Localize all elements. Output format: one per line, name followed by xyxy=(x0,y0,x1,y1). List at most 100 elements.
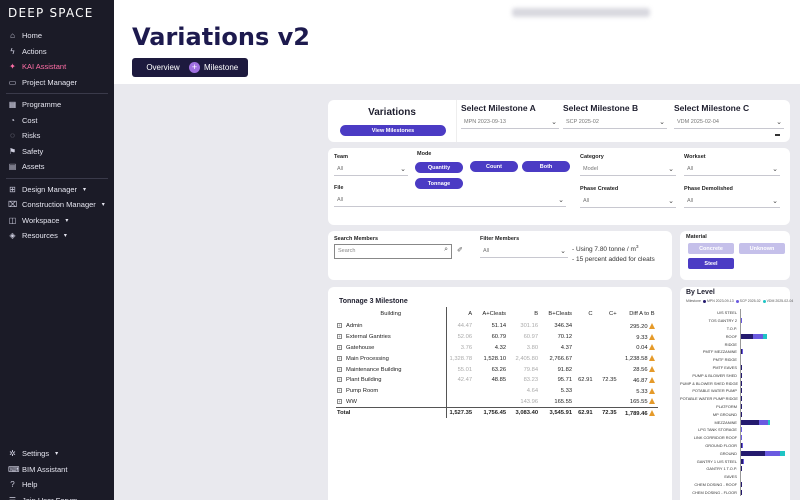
expand-icon[interactable]: + xyxy=(337,344,342,350)
sidebar-item-assets[interactable]: ▤ Assets xyxy=(0,159,114,175)
col-b-cleats[interactable]: B+Cleats xyxy=(541,307,575,321)
table-row[interactable]: + Pump Room 4.64 5.33 5.33 xyxy=(336,385,658,397)
material-concrete-button[interactable]: Concrete xyxy=(688,243,734,254)
sidebar-item-construction-manager[interactable]: ⌧ Construction Manager ▾ xyxy=(0,197,114,213)
level-row[interactable]: CHEM DOSING - FLOOR xyxy=(680,488,792,497)
col-a-cleats[interactable]: A+Cleats xyxy=(475,307,509,321)
level-bar-a[interactable] xyxy=(741,481,742,487)
level-row[interactable]: PMTF EAVES xyxy=(680,363,792,372)
level-bar-a[interactable] xyxy=(741,380,742,386)
level-bar-a[interactable] xyxy=(741,419,760,425)
table-row[interactable]: + WW 143.96 165.55 165.55 xyxy=(336,396,658,408)
level-bar-a[interactable] xyxy=(741,364,742,370)
col-c[interactable]: C xyxy=(575,307,596,321)
level-bar-a[interactable] xyxy=(741,333,754,339)
sidebar-item-safety[interactable]: ⚑ Safety xyxy=(0,144,114,160)
expand-icon[interactable]: + xyxy=(337,377,342,383)
milestone-b-select[interactable]: SCP 2025-02 ⌄ xyxy=(563,116,667,129)
phase-demolished-select[interactable]: All ⌄ xyxy=(684,195,780,208)
level-row[interactable]: PMTF RIDGE xyxy=(680,355,792,364)
expand-icon[interactable]: + xyxy=(337,366,342,372)
sidebar-item-workspace[interactable]: ◫ Workspace ▾ xyxy=(0,213,114,229)
sidebar-item-bim-assistant[interactable]: ⌨ BIM Assistant xyxy=(0,462,114,478)
eraser-icon[interactable]: ✐ xyxy=(457,246,463,254)
level-bar-a[interactable] xyxy=(741,388,742,394)
level-row[interactable]: POTABLE WATER PUMP xyxy=(680,387,792,395)
sidebar-item-help[interactable]: ? Help xyxy=(0,477,114,493)
table-row[interactable]: + Main Processing 1,328.78 1,528.10 2,405.80… xyxy=(336,353,658,365)
col-building[interactable]: Building xyxy=(336,307,447,321)
level-bar-c[interactable] xyxy=(767,419,771,425)
level-bar-b[interactable] xyxy=(742,442,743,448)
level-row[interactable]: TOS GANTRY 2 xyxy=(680,316,792,325)
level-bar-c[interactable] xyxy=(762,333,767,339)
level-bar-b[interactable] xyxy=(765,450,781,456)
table-row[interactable]: + Maintenance Building 55.01 63.26 79.84 91.8… xyxy=(336,364,658,375)
level-row[interactable]: GROUND xyxy=(680,449,792,458)
sidebar-item-cost[interactable]: ◔ Cost xyxy=(0,113,114,129)
sidebar-item-join-user-forum[interactable]: ☰ Join User Forum xyxy=(0,493,114,500)
level-bar-c[interactable] xyxy=(780,450,785,456)
level-row[interactable]: EAVES xyxy=(680,472,792,481)
file-select[interactable]: All ⌄ xyxy=(334,194,566,207)
level-bar-a[interactable] xyxy=(741,396,742,402)
sidebar-item-actions[interactable]: ϟ Actions xyxy=(0,44,114,60)
level-row[interactable]: MEZZANINE xyxy=(680,418,792,426)
level-bar-b[interactable] xyxy=(742,458,744,464)
milestone-button[interactable]: + Milestone xyxy=(185,58,248,77)
level-bar-a[interactable] xyxy=(741,466,742,472)
sidebar-item-resources[interactable]: ◈ Resources ▾ xyxy=(0,228,114,244)
mode-tonnage-button[interactable]: Tonnage xyxy=(415,178,463,189)
material-unknown-button[interactable]: Unknown xyxy=(739,243,785,254)
level-row[interactable]: LINK CORRIDOR ROOF xyxy=(680,433,792,442)
table-row[interactable]: + Gatehouse 3.76 4.32 3.80 4.37 0.04 xyxy=(336,342,658,354)
level-row[interactable]: ROOF xyxy=(680,332,792,341)
level-bar-a[interactable] xyxy=(741,450,766,456)
col-diff[interactable]: Diff A to B xyxy=(620,307,658,321)
level-row[interactable]: GANTRY 1 U/S STEEL xyxy=(680,457,792,465)
sidebar-item-design-manager[interactable]: ⊞ Design Manager ▾ xyxy=(0,182,114,198)
sidebar-item-settings[interactable]: ✲ Settings ▾ xyxy=(0,446,114,462)
expand-icon[interactable]: + xyxy=(337,388,342,394)
level-row[interactable]: PLATFORM xyxy=(680,402,792,411)
filter-members-select[interactable]: All ⌄ xyxy=(480,245,568,258)
sidebar-item-risks[interactable]: ◌ Risks xyxy=(0,128,114,144)
team-select[interactable]: All ⌄ xyxy=(334,163,408,176)
table-row[interactable]: + Plant Building 42.47 48.85 83.23 95.71 62.91… xyxy=(336,374,658,386)
milestone-a-select[interactable]: MPN 2023-09-13 ⌄ xyxy=(461,116,559,129)
workset-select[interactable]: All ⌄ xyxy=(684,163,780,176)
level-row[interactable]: U/S STEEL xyxy=(680,309,792,317)
phase-created-select[interactable]: All ⌄ xyxy=(580,195,676,208)
sidebar-item-home[interactable]: ⌂ Home xyxy=(0,28,114,44)
mode-both-button[interactable]: Both xyxy=(522,161,570,172)
sidebar-item-kai-assistant[interactable]: ✦ KAI Assistant xyxy=(0,59,114,75)
mode-quantity-button[interactable]: Quantity xyxy=(415,162,463,173)
level-bar-b[interactable] xyxy=(741,435,742,441)
level-row[interactable]: PMTF MEZZANINE xyxy=(680,348,792,356)
expand-icon[interactable]: + xyxy=(337,398,342,404)
level-row[interactable]: RIDGE xyxy=(680,340,792,348)
level-bar-a[interactable] xyxy=(741,403,742,409)
level-bar-b[interactable] xyxy=(759,419,768,425)
level-bar-a[interactable] xyxy=(741,489,742,495)
sidebar-item-project-manager[interactable]: ▭ Project Manager xyxy=(0,75,114,91)
level-row[interactable]: LPG TANK STORAGE xyxy=(680,426,792,434)
sidebar-item-programme[interactable]: ▦ Programme xyxy=(0,97,114,113)
material-steel-button[interactable]: Steel xyxy=(688,258,734,269)
table-row[interactable]: + Admin 44.47 51.14 301.16 346.34 295.20 xyxy=(336,321,658,332)
clear-selection-icon[interactable] xyxy=(775,134,780,136)
level-row[interactable]: PUMP & BLOWER SHED xyxy=(680,371,792,380)
search-icon[interactable]: ⌕ xyxy=(444,246,448,254)
level-bar-a[interactable] xyxy=(741,372,742,378)
level-row[interactable]: POTABLE WATER PUMP RIDGE xyxy=(680,394,792,403)
category-select[interactable]: Model ⌄ xyxy=(580,163,676,176)
mode-count-button[interactable]: Count xyxy=(470,161,518,172)
level-row[interactable]: CHEM DOSING - ROOF xyxy=(680,480,792,489)
level-bar-b[interactable] xyxy=(753,333,763,339)
col-a[interactable]: A xyxy=(446,307,475,321)
level-row[interactable]: GANTRY 1 T.O.P. xyxy=(680,465,792,473)
level-bar-b[interactable] xyxy=(741,427,742,433)
expand-icon[interactable]: + xyxy=(337,355,342,361)
col-c-plus[interactable]: C+ xyxy=(596,307,620,321)
level-bar-a[interactable] xyxy=(741,411,742,417)
